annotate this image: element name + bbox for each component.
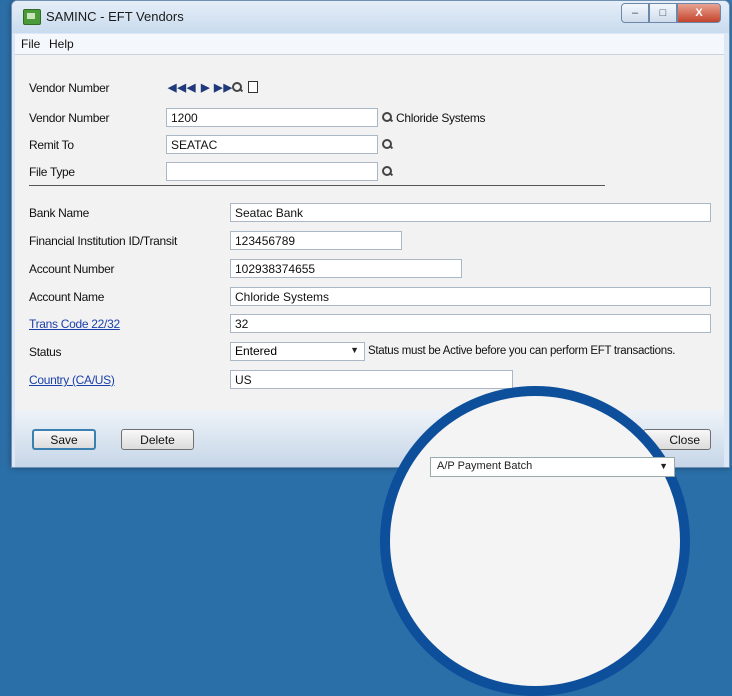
nav-last-icon[interactable]: ▶▶ [214, 81, 233, 94]
country-link[interactable]: Country (CA/US) [29, 373, 115, 387]
chevron-down-icon: ▼ [350, 345, 359, 355]
fi-id-field[interactable]: 123456789 [230, 231, 402, 250]
menu-bar: File Help [15, 34, 724, 55]
close-window-button[interactable]: X [677, 3, 721, 23]
remit-to-label: Remit To [29, 138, 74, 152]
account-name-field[interactable]: Chloride Systems [230, 287, 711, 306]
trans-code-link[interactable]: Trans Code 22/32 [29, 317, 120, 331]
app-icon [23, 9, 41, 25]
nav-first-icon[interactable]: ◀◀ [168, 81, 187, 94]
remit-to-finder-icon[interactable] [382, 139, 392, 149]
nav-vendor-number-label: Vendor Number [29, 81, 110, 95]
account-name-label: Account Name [29, 290, 105, 304]
nav-finder-icon[interactable] [232, 82, 242, 92]
account-number-label: Account Number [29, 262, 115, 276]
file-type-finder-icon[interactable] [382, 166, 392, 176]
remit-to-field[interactable]: SEATAC [166, 135, 378, 154]
divider [29, 185, 605, 186]
save-button[interactable]: Save [32, 429, 96, 450]
vendor-number-label: Vendor Number [29, 111, 110, 125]
eft-vendors-window: SAMINC - EFT Vendors – □ X File Help Ven… [11, 0, 730, 468]
minimize-button[interactable]: – [621, 3, 649, 23]
nav-next-icon[interactable]: ▶ [201, 81, 210, 94]
file-type-field[interactable] [166, 162, 378, 181]
bank-name-label: Bank Name [29, 206, 89, 220]
magnifier-callout-circle [380, 386, 690, 696]
maximize-button[interactable]: □ [649, 3, 677, 23]
country-field[interactable]: US [230, 370, 513, 389]
window-title: SAMINC - EFT Vendors [46, 9, 184, 24]
bank-name-field[interactable]: Seatac Bank [230, 203, 711, 222]
new-record-icon[interactable] [248, 81, 258, 93]
menu-file[interactable]: File [21, 37, 40, 51]
title-bar: SAMINC - EFT Vendors – □ X [12, 1, 729, 33]
vendor-description: Chloride Systems [396, 111, 486, 125]
status-label: Status [29, 345, 62, 359]
payment-batch-value: A/P Payment Batch [437, 460, 533, 472]
chevron-down-icon: ▼ [659, 461, 668, 471]
vendor-number-field[interactable]: 1200 [166, 108, 378, 127]
trans-code-field[interactable]: 32 [230, 314, 711, 333]
fi-id-label: Financial Institution ID/Transit [29, 234, 178, 248]
account-number-field[interactable]: 102938374655 [230, 259, 462, 278]
delete-button[interactable]: Delete [121, 429, 194, 450]
menu-help[interactable]: Help [49, 37, 74, 51]
status-note: Status must be Active before you can per… [368, 345, 676, 357]
nav-prev-icon[interactable]: ◀ [187, 81, 196, 94]
vendor-finder-icon[interactable] [382, 112, 392, 122]
window-controls: – □ X [621, 3, 721, 23]
status-select-value: Entered [235, 344, 278, 358]
payment-batch-select[interactable]: A/P Payment Batch ▼ [430, 457, 675, 477]
status-select[interactable]: Entered ▼ [230, 342, 365, 361]
file-type-label: File Type [29, 165, 75, 179]
form-area: Vendor Number ◀◀ ◀ ▶ ▶▶ Vendor Number 12… [15, 55, 724, 467]
